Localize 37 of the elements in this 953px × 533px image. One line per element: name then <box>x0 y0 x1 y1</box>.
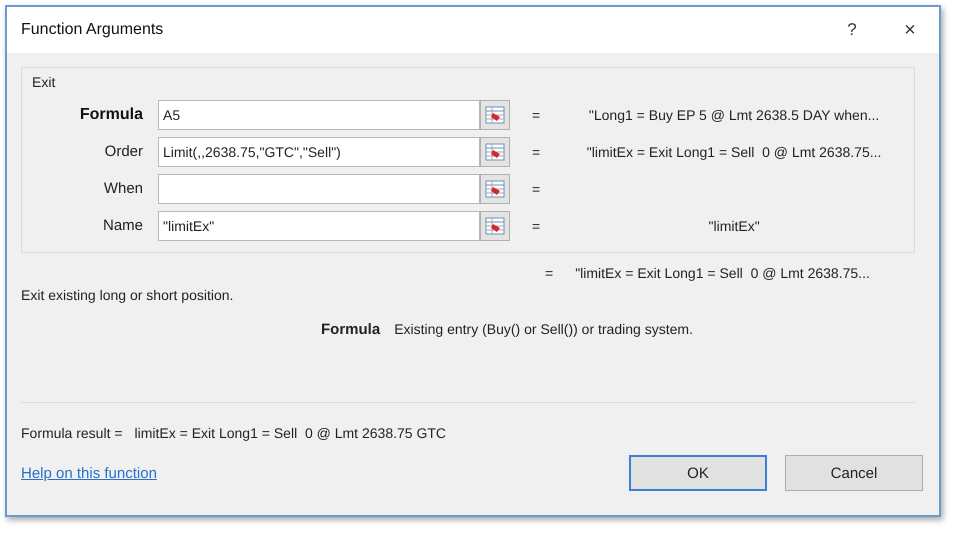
result-value: limitEx = Exit Long1 = Sell 0 @ Lmt 2638.75 GTC <box>134 425 446 441</box>
argument-value: "limitEx" <box>708 218 761 234</box>
equals-sign: = <box>532 180 542 196</box>
help-link[interactable]: Help on this function <box>21 464 611 482</box>
collapse-button[interactable] <box>480 136 510 166</box>
window-title: Function Arguments <box>21 21 164 39</box>
dialog-button[interactable]: OK <box>629 455 767 491</box>
function-value: "limitEx = Exit Long1 = Sell 0 @ Lmt 2638.75... <box>575 265 870 281</box>
equals-sign: = <box>532 218 542 234</box>
input-field[interactable]: Limit(,,2638.75,"GTC","Sell") <box>158 136 480 166</box>
equals-sign: = <box>532 106 542 122</box>
close-button[interactable]: × <box>881 18 939 42</box>
collapse-button[interactable] <box>480 174 510 204</box>
spreadsheet-icon <box>485 180 505 198</box>
equals-sign: = <box>532 144 542 160</box>
input-field[interactable]: "limitEx" <box>158 210 480 240</box>
group-title: Exit <box>32 74 56 90</box>
argument-description: Existing entry (Buy() or Sell()) or trading system. <box>394 321 693 337</box>
function-description: Exit existing long or short position. <box>21 287 234 303</box>
argument-name: Formula <box>321 321 380 338</box>
collapse-button[interactable] <box>480 100 510 130</box>
collapse-button[interactable] <box>480 210 510 240</box>
equals-sign: = <box>545 265 554 281</box>
argument-value: "limitEx = Exit Long1 = Sell 0 @ Lmt 2638.75... <box>586 144 882 160</box>
result-label: Formula result = <box>21 425 123 441</box>
spreadsheet-icon <box>485 216 505 234</box>
argument-label: Formula <box>80 106 143 124</box>
argument-label: Name <box>102 217 143 234</box>
argument-label: When <box>104 180 143 197</box>
argument-label: Order <box>104 143 143 160</box>
input-field[interactable] <box>158 174 480 204</box>
spreadsheet-icon <box>485 142 505 160</box>
argument-value: "Long1 = Buy EP 5 @ Lmt 2638.5 DAY when... <box>588 106 880 122</box>
spreadsheet-icon <box>485 106 505 124</box>
dialog-button[interactable]: Cancel <box>785 455 923 491</box>
input-field[interactable]: A5 <box>158 100 480 130</box>
help-button[interactable]: ? <box>823 20 881 40</box>
